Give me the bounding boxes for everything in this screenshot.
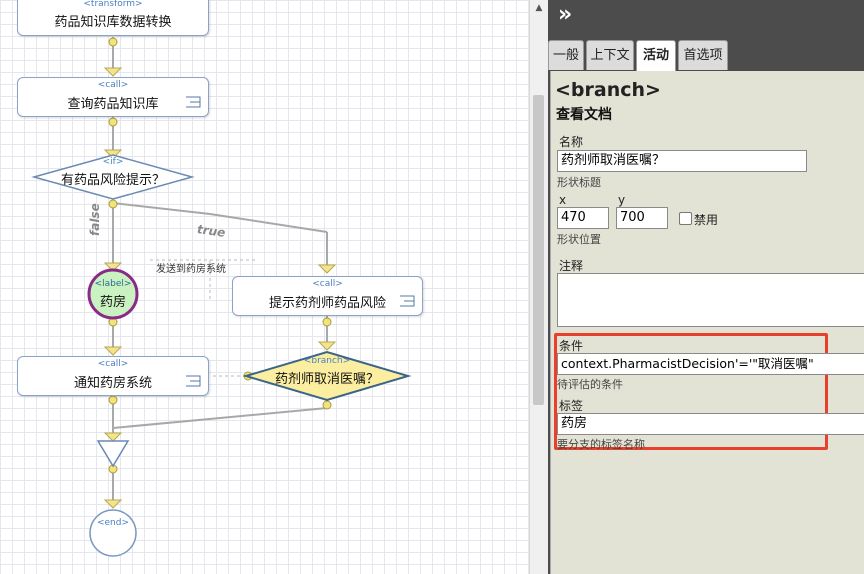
scrollbar-thumb[interactable] [533,95,544,405]
label-node[interactable]: <label> 药房 [89,270,137,318]
node-label: 药剂师取消医嘱？ [274,372,379,387]
disabled-label: 禁用 [694,213,719,227]
node-stereotype: <if> [102,157,124,167]
tab-general[interactable]: 一般 [548,40,584,70]
tag-hint: 要分支的标签名称 [557,438,645,451]
position-hint: 形状位置 [557,233,601,246]
tag-label: 标签 [559,399,584,413]
activity-properties: <branch> 查看文档 名称 药剂师取消医嘱？ 形状标题 x y 470 7… [550,71,864,574]
node-stereotype: <label> [94,279,132,289]
call-icon [186,375,201,387]
y-label: y [618,193,626,207]
call-hint-node[interactable]: <call> 提示药剂师药品风险 [232,276,423,316]
node-stereotype: <call> [97,80,129,90]
comment-label: 注释 [559,259,584,273]
node-stereotype: <call> [97,359,129,369]
name-field[interactable]: 药剂师取消医嘱？ [557,150,807,172]
if-node[interactable]: <if> 有药品风险提示？ [34,155,192,199]
merge-node[interactable] [96,440,130,468]
diagram-canvas[interactable]: <transform> 药品知识库数据转换 <call> 查询药品知识库 <if… [0,0,529,574]
condition-field[interactable]: context.PharmacistDecision'='"取消医嘱" [557,353,864,375]
tab-context[interactable]: 上下文 [586,40,634,70]
call-icon [400,295,415,307]
y-field[interactable]: 700 [616,207,668,229]
node-stereotype: <transform> [83,0,143,9]
x-label: x [559,193,567,207]
transform-node[interactable]: <transform> 药品知识库数据转换 [17,0,209,36]
call-query-node[interactable]: <call> 查询药品知识库 [17,77,209,117]
element-type-title: <branch> [555,79,661,101]
disabled-checkbox[interactable] [679,212,692,225]
name-label: 名称 [559,135,584,149]
properties-panel: » 一般 上下文 活动 首选项 <branch> 查看文档 名称 药剂师取消医嘱… [548,0,864,574]
end-node[interactable]: <end> [90,510,136,556]
node-label: 药房 [99,295,126,310]
comment-field[interactable] [557,273,864,327]
call-notify-node[interactable]: <call> 通知药房系统 [17,356,209,396]
call-icon [186,96,201,108]
tag-field[interactable]: 药房 [557,413,864,435]
node-stereotype: <end> [96,518,130,528]
node-label: 通知药房系统 [73,376,152,391]
branch-node[interactable]: <branch> 药剂师取消医嘱？ [246,352,408,400]
node-stereotype: <branch> [303,356,351,366]
x-field[interactable]: 470 [557,207,609,229]
edge-label-false: false [88,203,102,236]
node-label: 药品知识库数据转换 [54,15,172,30]
name-hint: 形状标题 [557,176,601,189]
scroll-up-arrow-icon[interactable]: ▲ [530,0,548,16]
node-label: 有药品风险提示？ [60,173,165,188]
node-label: 查询药品知识库 [67,97,159,112]
tab-preferences[interactable]: 首选项 [678,40,728,70]
tab-activity[interactable]: 活动 [636,40,676,72]
edge-label-send: 发送到药房系统 [156,264,226,275]
node-label: 提示药剂师药品风险 [268,296,386,311]
condition-hint: 待评估的条件 [557,378,623,391]
collapse-panel-icon[interactable]: » [558,2,572,27]
canvas-scrollbar[interactable]: ▲ [529,0,548,574]
view-docs-link[interactable]: 查看文档 [556,104,612,124]
condition-label: 条件 [559,339,584,353]
node-stereotype: <call> [312,279,343,289]
